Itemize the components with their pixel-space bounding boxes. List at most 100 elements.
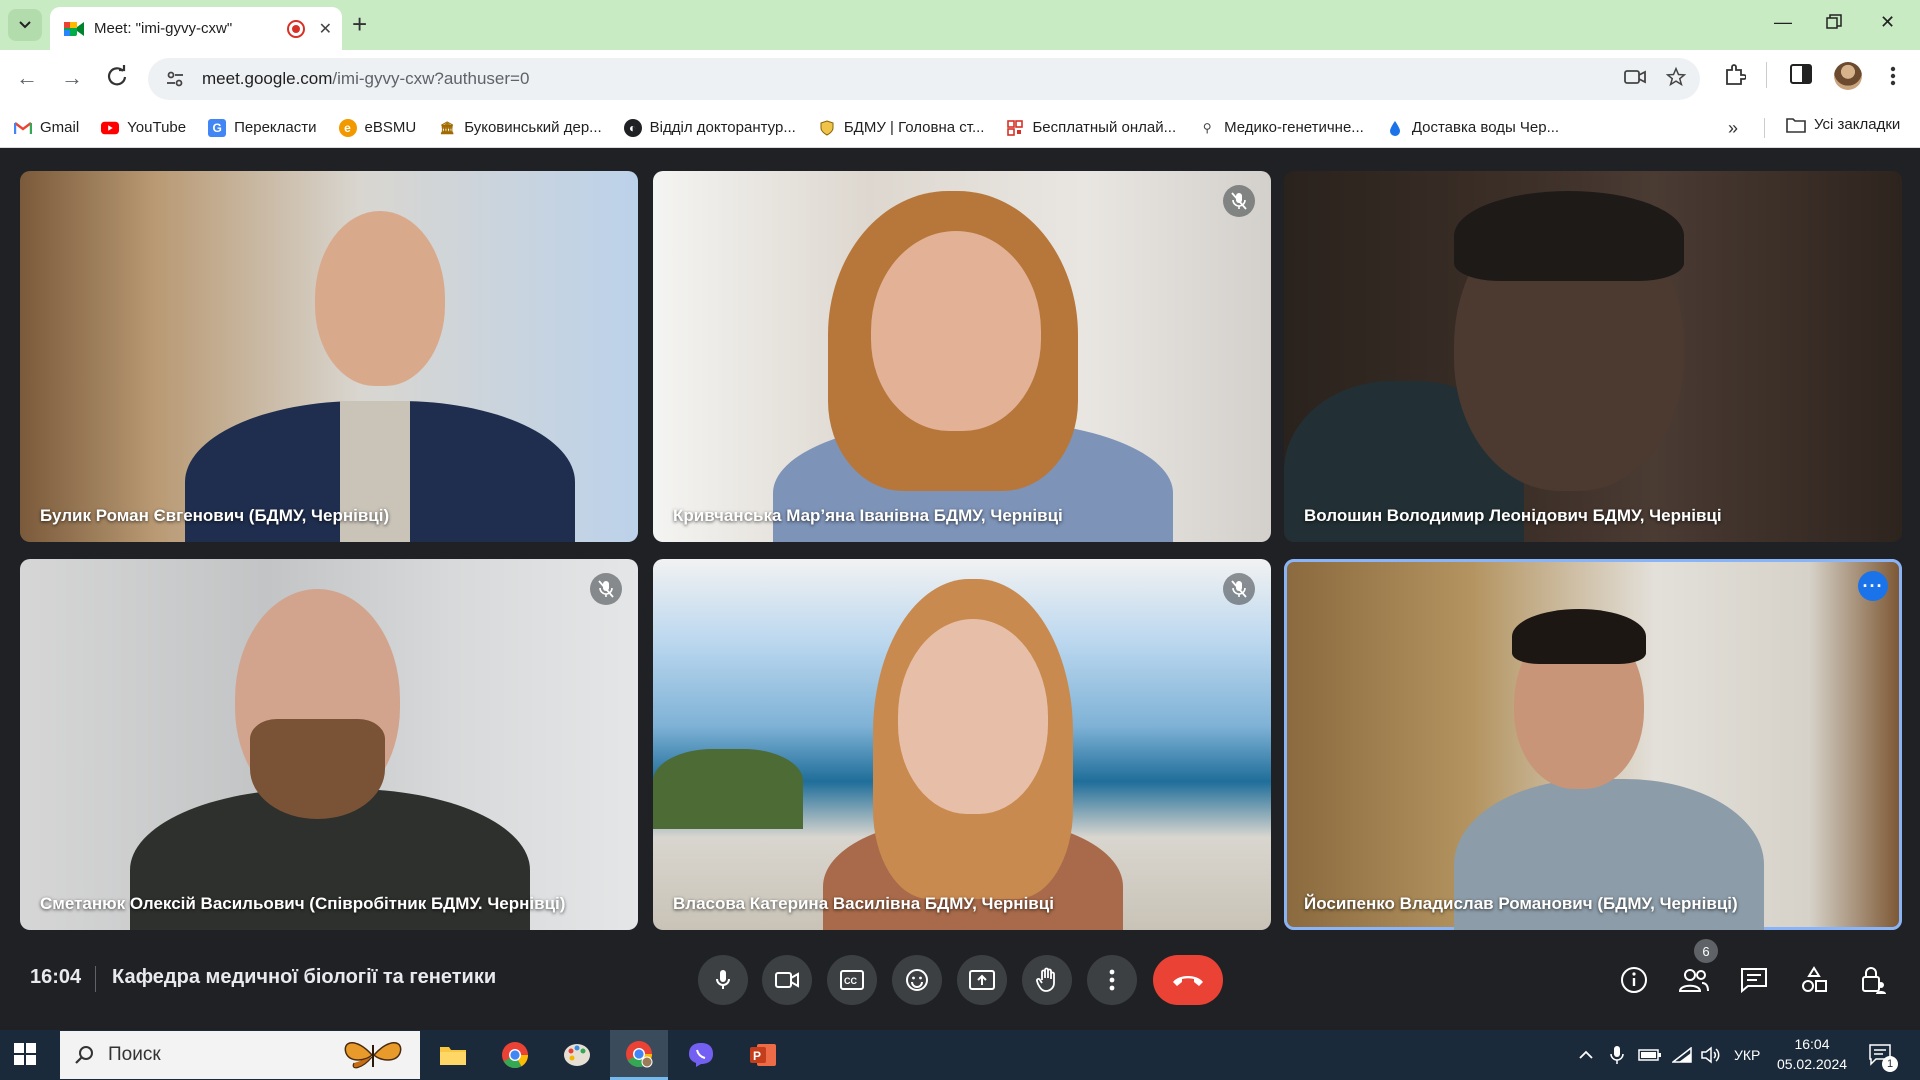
bookmark-translate[interactable]: G Перекласти (208, 118, 317, 137)
present-screen-icon (969, 970, 995, 990)
bookmark-water[interactable]: Доставка воды Чер... (1386, 119, 1559, 137)
water-drop-icon (1386, 119, 1404, 137)
participant-tile[interactable]: Кривчанська Мар’яна Іванівна БДМУ, Черні… (653, 171, 1271, 542)
new-tab-button[interactable]: + (352, 10, 367, 38)
close-window-button[interactable]: ✕ (1880, 12, 1895, 33)
minimize-button[interactable]: — (1774, 12, 1792, 33)
chrome-profile-icon (626, 1040, 653, 1067)
bookmark-genetics[interactable]: ⚲ Медико-генетичне... (1198, 119, 1364, 137)
participant-tile[interactable]: Сметанюк Олексій Васильович (Співробітни… (20, 559, 638, 930)
butterfly-decoration-icon (344, 1042, 402, 1069)
meeting-title: Кафедра медичної біології та генетики (112, 966, 497, 988)
svg-text:P: P (753, 1049, 761, 1063)
reload-icon[interactable] (106, 65, 128, 92)
more-options-button[interactable] (1087, 955, 1137, 1005)
tab-close-icon[interactable]: ✕ (319, 19, 332, 39)
svg-text:CC: CC (844, 976, 857, 986)
mic-in-use-icon[interactable] (1610, 1030, 1624, 1080)
folder-icon (1786, 117, 1806, 133)
bookmarks-bar: Gmail YouTube G Перекласти e eBSMU 🏛 Букови… (0, 108, 1920, 148)
lock-person-icon (1862, 967, 1886, 994)
taskbar-chrome[interactable] (486, 1030, 544, 1080)
meeting-details-button[interactable] (1616, 962, 1652, 998)
muted-mic-icon (590, 573, 622, 605)
participant-tile[interactable]: ··· Йосипенко Владислав Романович (БДМУ,… (1284, 559, 1902, 930)
present-button[interactable] (957, 955, 1007, 1005)
bookmark-bukovina[interactable]: 🏛 Буковинський дер... (438, 119, 602, 137)
people-button[interactable] (1676, 962, 1712, 998)
windows-start-button[interactable] (14, 1043, 36, 1070)
taskbar-paint[interactable] (548, 1030, 606, 1080)
bookmark-doctorate[interactable]: ◐ Відділ докторантур... (623, 118, 796, 137)
notifications-button[interactable]: 1 (1868, 1030, 1898, 1080)
chrome-menu-icon[interactable] (1890, 66, 1896, 86)
dna-icon: ⚲ (1202, 120, 1212, 135)
microphone-button[interactable] (698, 955, 748, 1005)
people-icon (1678, 969, 1709, 992)
battery-icon[interactable] (1638, 1030, 1662, 1080)
bookmark-star-icon[interactable] (1666, 67, 1686, 87)
captions-button[interactable]: CC (827, 955, 877, 1005)
participant-tile[interactable]: Булик Роман Євгенович (БДМУ, Чернівці) (20, 171, 638, 542)
host-controls-button[interactable] (1856, 962, 1892, 998)
chrome-icon (502, 1042, 529, 1069)
leave-call-button[interactable] (1153, 955, 1223, 1005)
more-bookmarks-icon[interactable]: » (1728, 118, 1738, 139)
side-panel-icon[interactable] (1790, 64, 1812, 84)
system-clock[interactable]: 16:04 05.02.2024 (1774, 1034, 1850, 1074)
meet-stage: Булик Роман Євгенович (БДМУ, Чернівці) К… (0, 149, 1920, 1023)
gmail-icon (14, 119, 32, 137)
keyboard-language[interactable]: УКР (1734, 1030, 1760, 1080)
folder-icon (440, 1047, 466, 1065)
active-tab[interactable]: Meet: "imi-gyvy-cxw" ✕ (50, 7, 342, 50)
tray-overflow-icon[interactable] (1578, 1030, 1594, 1080)
profile-avatar[interactable] (1834, 62, 1862, 90)
activities-button[interactable] (1796, 962, 1832, 998)
muted-mic-icon (1223, 185, 1255, 217)
camera-button[interactable] (762, 955, 812, 1005)
bookmark-bdmu[interactable]: БДМУ | Головна ст... (818, 119, 984, 137)
participant-name: Сметанюк Олексій Васильович (Співробітни… (40, 894, 566, 913)
raise-hand-button[interactable] (1022, 955, 1072, 1005)
microphone-icon (716, 970, 730, 989)
restore-button[interactable] (1826, 14, 1842, 35)
reactions-button[interactable] (892, 955, 942, 1005)
participant-name: Волошин Володимир Леонідович БДМУ, Черні… (1304, 506, 1722, 525)
chat-icon (1741, 968, 1767, 993)
taskbar-viber[interactable] (672, 1030, 730, 1080)
emoji-icon (906, 969, 928, 991)
search-placeholder: Поиск (108, 1044, 161, 1065)
site-info-icon[interactable] (162, 71, 188, 87)
info-icon (1621, 967, 1647, 993)
palette-icon (564, 1044, 590, 1066)
participant-tile[interactable]: Власова Катерина Василівна БДМУ, Чернівц… (653, 559, 1271, 930)
address-bar[interactable]: meet.google.com/imi-gyvy-cxw?authuser=0 (148, 58, 1700, 100)
forward-icon[interactable]: → (61, 66, 83, 90)
taskbar-file-explorer[interactable] (424, 1030, 482, 1080)
camera-in-use-icon[interactable] (1624, 69, 1646, 85)
taskbar-chrome-active[interactable] (610, 1030, 668, 1080)
viber-icon (689, 1043, 713, 1067)
bookmark-ebsmu[interactable]: e eBSMU (338, 118, 416, 137)
muted-mic-icon (1223, 573, 1255, 605)
recording-indicator-icon (286, 19, 305, 38)
people-count-badge: 6 (1694, 939, 1718, 963)
chat-button[interactable] (1736, 962, 1772, 998)
participant-tile[interactable]: Волошин Володимир Леонідович БДМУ, Черні… (1284, 171, 1902, 542)
all-bookmarks-button[interactable]: Усі закладки (1786, 116, 1900, 133)
bookmark-youtube[interactable]: YouTube (101, 119, 186, 137)
bookmark-online[interactable]: Бесплатный онлай... (1006, 119, 1176, 137)
wifi-icon[interactable] (1672, 1030, 1692, 1080)
back-icon[interactable]: ← (16, 66, 38, 90)
tab-search-button[interactable] (8, 9, 42, 41)
globe-icon: ◐ (623, 118, 642, 137)
taskbar-powerpoint[interactable]: P (734, 1030, 792, 1080)
taskbar-search-box[interactable]: Поиск (60, 1031, 420, 1079)
extensions-icon[interactable] (1724, 64, 1746, 86)
volume-icon[interactable] (1700, 1030, 1722, 1080)
chevron-down-icon (19, 21, 31, 29)
more-options-icon[interactable]: ··· (1858, 571, 1888, 601)
closed-captions-icon: CC (840, 970, 864, 990)
tab-title: Meet: "imi-gyvy-cxw" (94, 20, 233, 37)
bookmark-gmail[interactable]: Gmail (14, 119, 79, 137)
